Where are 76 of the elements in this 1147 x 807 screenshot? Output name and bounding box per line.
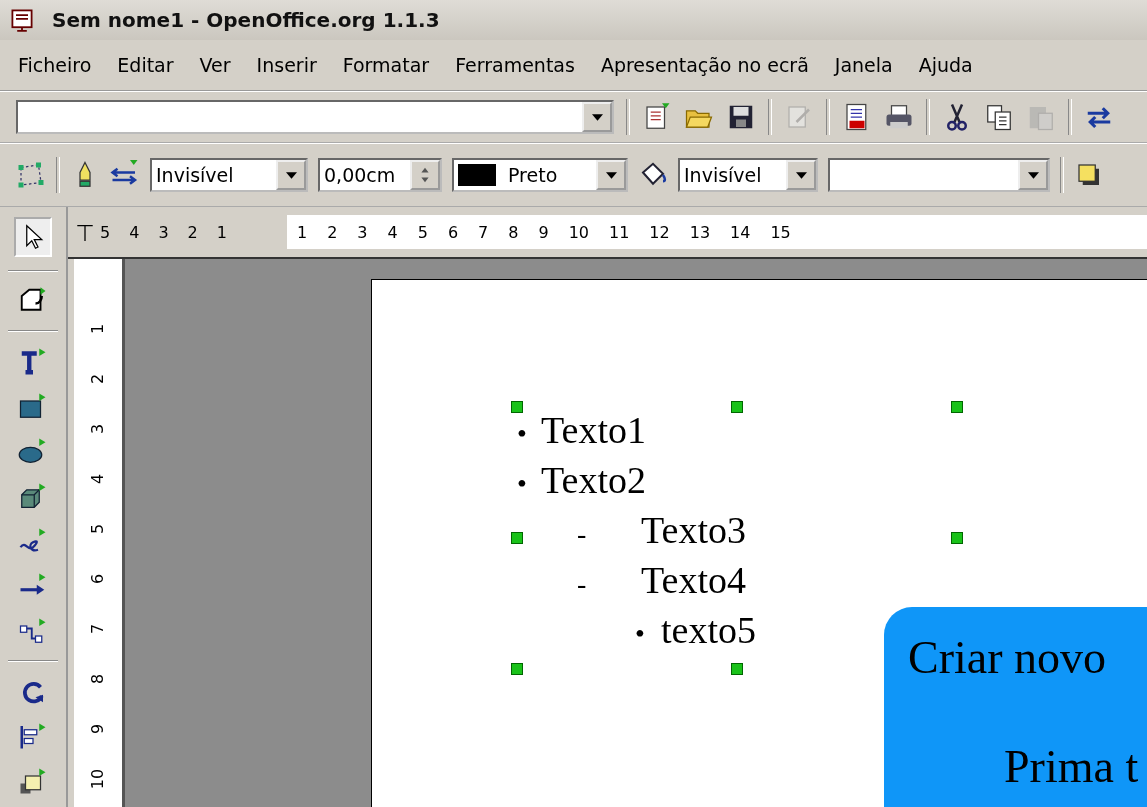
ruler-number: 1 <box>216 222 227 242</box>
ruler-number: 5 <box>100 222 111 242</box>
list-marker: • <box>517 467 528 501</box>
list-marker: • <box>517 417 528 451</box>
ruler-number: 9 <box>88 723 108 735</box>
ruler-number: 7 <box>88 623 108 635</box>
dropdown-arrow-icon <box>605 171 617 179</box>
dropdown-arrow-icon <box>285 171 297 179</box>
callout-text: Criar novo <box>908 631 1107 684</box>
menu-item[interactable]: Editar <box>117 54 174 76</box>
outline-text: Texto3 <box>641 508 746 553</box>
ruler-number: 3 <box>357 222 368 242</box>
selection-handle[interactable] <box>511 401 523 413</box>
url-combo-box[interactable] <box>16 100 614 134</box>
menu-item[interactable]: Janela <box>834 54 893 76</box>
outline-text: Texto2 <box>541 458 646 503</box>
ruler-number: 11 <box>609 222 630 242</box>
selection-handle[interactable] <box>511 532 523 544</box>
menu-item[interactable]: Formatar <box>342 54 430 76</box>
line-width-spin-box[interactable]: 0,00cm <box>318 158 442 192</box>
ruler-number: 7 <box>478 222 489 242</box>
ruler-number: 5 <box>88 523 108 535</box>
selection-handle[interactable] <box>951 532 963 544</box>
ruler-number: 13 <box>689 222 711 242</box>
ruler-number: 15 <box>770 222 791 242</box>
line-color-combo-box[interactable]: Preto <box>452 158 628 192</box>
outline-text: texto5 <box>661 608 756 653</box>
copy-icon[interactable] <box>984 102 1014 132</box>
ruler-number: 8 <box>508 222 519 242</box>
outline-text: Texto4 <box>641 558 746 603</box>
selection-handle[interactable] <box>951 401 963 413</box>
ruler-number: 4 <box>129 222 140 242</box>
area-fill-combo-box[interactable] <box>828 158 1050 192</box>
list-marker: - <box>577 567 588 601</box>
ruler-number: 10 <box>88 768 108 790</box>
ruler-number: 2 <box>327 222 338 242</box>
menu-item[interactable]: Inserir <box>256 54 317 76</box>
ruler-number: 3 <box>88 423 108 435</box>
ruler-number: 8 <box>88 673 108 685</box>
menu-item[interactable]: Apresentação no ecrã <box>600 54 809 76</box>
menu-item[interactable]: Ficheiro <box>18 54 92 76</box>
menu-item[interactable]: Ferramentas <box>455 54 575 76</box>
presentation-icon <box>10 8 34 32</box>
ruler-number: 1 <box>296 222 308 242</box>
line-style-combo-box[interactable]: Invisível <box>150 158 308 192</box>
color-swatch <box>458 164 496 186</box>
ruler-number: 5 <box>417 222 428 242</box>
ruler-number: 6 <box>447 222 459 242</box>
ruler-number: 9 <box>538 222 549 242</box>
spin-arrows-icon <box>419 166 431 184</box>
ruler-number: 10 <box>568 222 589 242</box>
ruler-number: 4 <box>387 222 398 242</box>
ruler-number: 3 <box>158 222 169 242</box>
selection-handle[interactable] <box>731 401 743 413</box>
ruler-number: 2 <box>187 222 198 242</box>
list-marker: - <box>577 517 588 551</box>
ruler-number: 2 <box>88 373 108 385</box>
points-icon[interactable] <box>16 160 46 190</box>
dropdown-arrow-icon <box>1027 171 1039 179</box>
dropdown-arrow-icon <box>591 113 603 121</box>
callout-text: Prima t <box>1003 740 1140 793</box>
selection-handle[interactable] <box>731 663 743 675</box>
area-style-combo-box[interactable]: Invisível <box>678 158 818 192</box>
ruler-number: 1 <box>88 323 108 335</box>
menu-item[interactable]: Ver <box>199 54 231 76</box>
selection-handle[interactable] <box>511 663 523 675</box>
menu-item[interactable]: Ajuda <box>918 54 973 76</box>
dropdown-arrow-icon <box>795 171 807 179</box>
ruler-number: 14 <box>730 222 751 242</box>
ruler-number: 12 <box>649 222 670 242</box>
ruler-number: 6 <box>88 573 108 585</box>
outline-text: Texto1 <box>541 408 646 453</box>
ruler-number: 4 <box>88 473 108 485</box>
window-title: Sem nome1 - OpenOffice.org 1.1.3 <box>52 8 440 32</box>
list-marker: • <box>635 617 646 651</box>
tab-stop-icon[interactable] <box>76 223 94 241</box>
